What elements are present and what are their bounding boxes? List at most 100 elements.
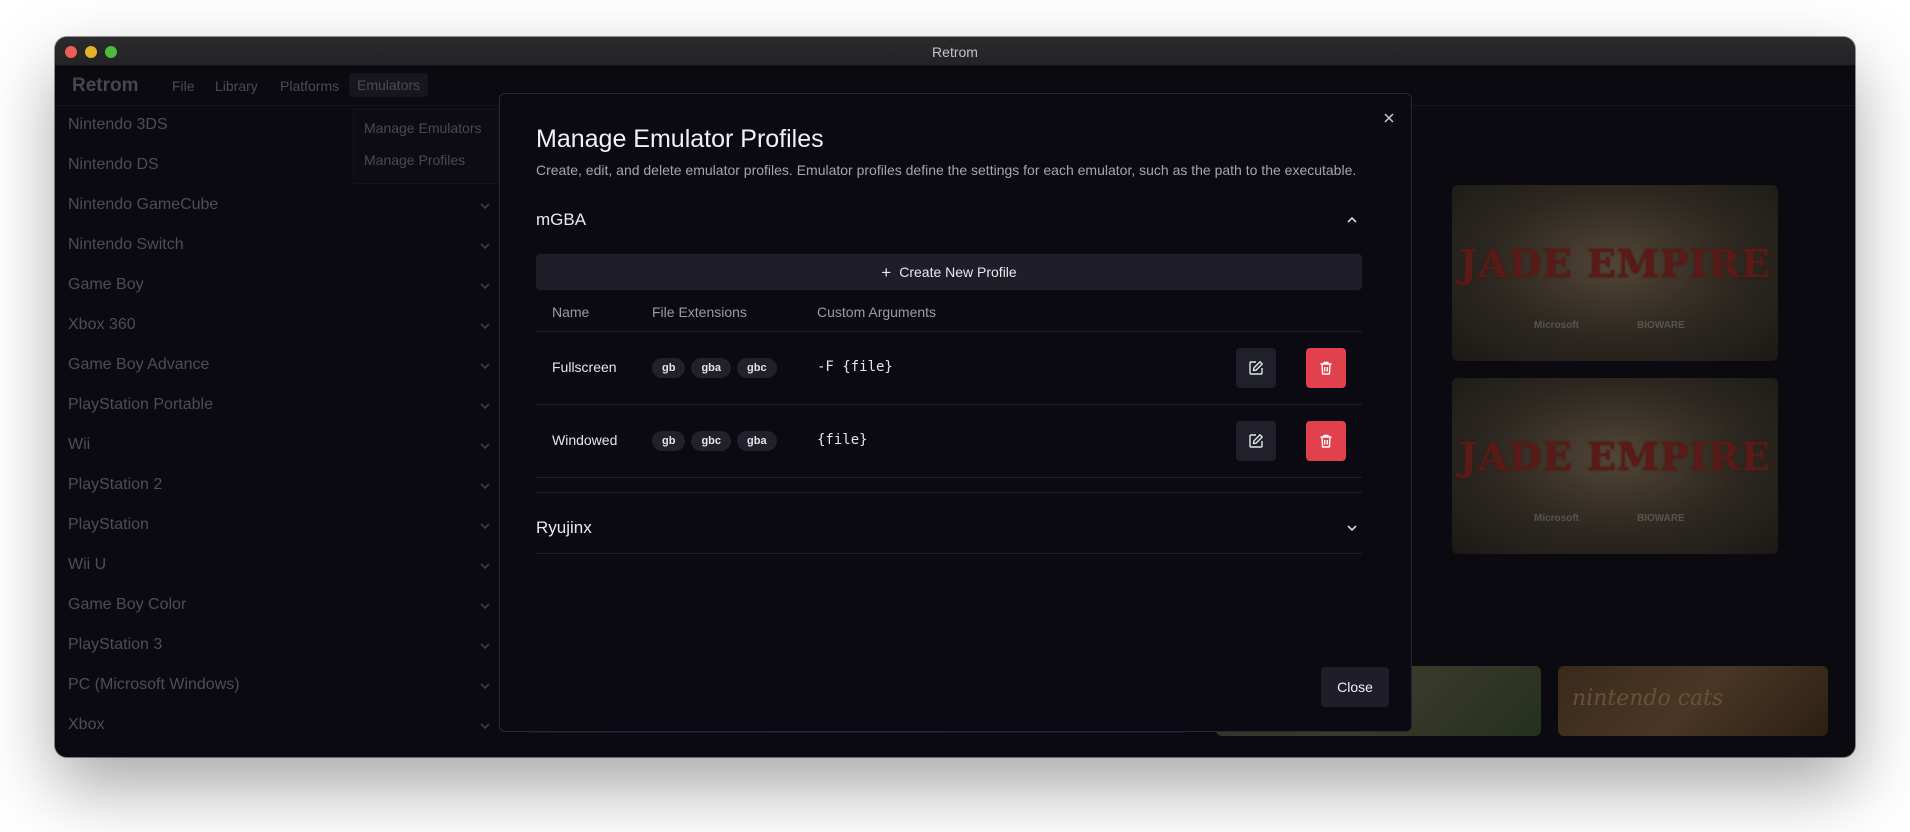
create-profile-label: Create New Profile xyxy=(899,264,1017,280)
sidebar-item-label: PlayStation 3 xyxy=(68,636,163,653)
sidebar-item[interactable]: Nintendo GameCube xyxy=(68,187,492,227)
chevron-down-icon xyxy=(480,723,490,730)
extension-badge: gb xyxy=(652,431,686,451)
sidebar-item-label: PlayStation 2 xyxy=(68,476,163,493)
sidebar-item[interactable]: Xbox xyxy=(68,707,492,747)
chevron-down-icon xyxy=(480,643,490,650)
sidebar-item[interactable]: PlayStation 3 xyxy=(68,627,492,667)
sidebar-item[interactable]: Game Boy xyxy=(68,267,492,307)
plus-icon: + xyxy=(881,262,892,282)
profile-name: Fullscreen xyxy=(552,359,617,375)
custom-arguments: -F {file} xyxy=(817,359,893,375)
chevron-down-icon xyxy=(480,443,490,450)
game-cover-tile[interactable]: JADE EMPIRE Microsoft BIOWARE xyxy=(1452,378,1778,554)
sidebar-item-label: Nintendo DS xyxy=(68,156,159,173)
sidebar-item-label: PlayStation xyxy=(68,516,149,533)
create-profile-button[interactable]: + Create New Profile xyxy=(536,254,1362,290)
sidebar-item-label: Wii U xyxy=(68,556,107,573)
window-title: Retrom xyxy=(932,44,978,60)
section-divider xyxy=(536,553,1362,554)
profiles-table: Name File Extensions Custom Arguments Fu… xyxy=(536,292,1362,478)
chevron-down-icon xyxy=(480,363,490,370)
chevron-up-icon xyxy=(1347,216,1357,223)
submenu-manage-emulators[interactable]: Manage Emulators xyxy=(364,120,482,136)
emulators-submenu: Manage Emulators Manage Profiles xyxy=(353,109,513,184)
close-button[interactable]: Close xyxy=(1321,667,1389,707)
extension-badge: gba xyxy=(737,431,777,451)
cover-title: JADE EMPIRE xyxy=(1459,434,1771,479)
menu-emulators[interactable]: Emulators xyxy=(349,73,429,97)
cover-publisher: Microsoft xyxy=(1534,320,1579,331)
game-cover-tile[interactable]: JADE EMPIRE Microsoft BIOWARE xyxy=(1452,185,1778,361)
sidebar-item[interactable]: Wii xyxy=(68,427,492,467)
chevron-down-icon xyxy=(480,203,490,210)
emulator-name: mGBA xyxy=(536,210,587,229)
chevron-down-icon xyxy=(480,523,490,530)
sidebar-item-label: Game Boy xyxy=(68,276,144,293)
platform-sidebar: Nintendo 3DS Nintendo DS Nintendo GameCu… xyxy=(55,107,502,757)
chevron-down-icon xyxy=(480,323,490,330)
delete-profile-button[interactable] xyxy=(1306,348,1346,388)
chevron-down-icon xyxy=(480,403,490,410)
chevron-down-icon xyxy=(1347,525,1357,532)
menu-platforms[interactable]: Platforms xyxy=(280,78,339,94)
sidebar-item-label: PC (Microsoft Windows) xyxy=(68,676,240,693)
sidebar-item[interactable]: PC (Microsoft Windows) xyxy=(68,667,492,707)
brand-logo: Retrom xyxy=(72,75,139,96)
trash-icon xyxy=(1320,361,1332,375)
sidebar-item-label: Xbox 360 xyxy=(68,316,136,333)
sidebar-item-label: Game Boy Advance xyxy=(68,356,210,373)
sidebar-item[interactable]: PlayStation 2 xyxy=(68,467,492,507)
profile-name: Windowed xyxy=(552,432,618,448)
chevron-down-icon xyxy=(480,483,490,490)
close-icon[interactable] xyxy=(1379,108,1399,128)
extension-badge: gbc xyxy=(691,431,732,451)
chevron-down-icon xyxy=(480,563,490,570)
table-header: Name File Extensions Custom Arguments xyxy=(536,292,1362,332)
sidebar-item-label: Nintendo 3DS xyxy=(68,116,168,133)
column-header: Custom Arguments xyxy=(817,304,937,320)
sidebar-item[interactable]: Game Boy Advance xyxy=(68,347,492,387)
cover-title: nintendo cats xyxy=(1572,686,1724,711)
cover-developer: BIOWARE xyxy=(1637,320,1685,331)
extension-tags: gb gbc gba xyxy=(652,431,777,451)
dialog-description: Create, edit, and delete emulator profil… xyxy=(536,162,1357,178)
edit-profile-button[interactable] xyxy=(1236,421,1276,461)
title-bar: Retrom xyxy=(55,37,1855,66)
sidebar-item-label: Game Boy Color xyxy=(68,596,187,613)
emulator-name: Ryujinx xyxy=(536,518,592,537)
submenu-manage-profiles[interactable]: Manage Profiles xyxy=(364,152,465,168)
sidebar-item-label: Nintendo GameCube xyxy=(68,196,219,213)
app-window: Retrom Retrom File Library Platforms Emu… xyxy=(55,37,1855,757)
table-row: Windowed gb gbc gba {file} xyxy=(536,405,1362,478)
cover-developer: BIOWARE xyxy=(1637,513,1685,524)
sidebar-item[interactable]: Xbox 360 xyxy=(68,307,492,347)
sidebar-item[interactable]: PlayStation Portable xyxy=(68,387,492,427)
cover-publisher: Microsoft xyxy=(1534,513,1579,524)
delete-profile-button[interactable] xyxy=(1306,421,1346,461)
sidebar-item-label: Nintendo Switch xyxy=(68,236,184,253)
cover-title: JADE EMPIRE xyxy=(1459,241,1771,286)
chevron-down-icon xyxy=(480,683,490,690)
sidebar-item-label: Xbox xyxy=(68,716,105,733)
extension-tags: gb gba gbc xyxy=(652,358,777,378)
edit-profile-button[interactable] xyxy=(1236,348,1276,388)
chevron-down-icon xyxy=(480,283,490,290)
sidebar-item[interactable]: PlayStation xyxy=(68,507,492,547)
sidebar-item[interactable]: Nintendo Switch xyxy=(68,227,492,267)
extension-badge: gba xyxy=(691,358,732,378)
menu-file[interactable]: File xyxy=(172,78,195,94)
game-cover-tile[interactable]: nintendo cats xyxy=(1558,666,1828,736)
emulator-section-header[interactable]: mGBA xyxy=(536,200,1362,240)
table-row: Fullscreen gb gba gbc -F {file} xyxy=(536,332,1362,405)
chevron-down-icon xyxy=(480,243,490,250)
sidebar-item[interactable]: Game Boy Color xyxy=(68,587,492,627)
sidebar-item[interactable]: Wii U xyxy=(68,547,492,587)
sidebar-item-label: PlayStation Portable xyxy=(68,396,213,413)
menu-library[interactable]: Library xyxy=(215,78,258,94)
trash-icon xyxy=(1320,434,1332,448)
edit-icon xyxy=(1249,361,1263,375)
manage-profiles-dialog: Manage Emulator Profiles Create, edit, a… xyxy=(499,93,1412,732)
emulator-section-header[interactable]: Ryujinx xyxy=(536,508,1362,548)
custom-arguments: {file} xyxy=(817,432,868,448)
